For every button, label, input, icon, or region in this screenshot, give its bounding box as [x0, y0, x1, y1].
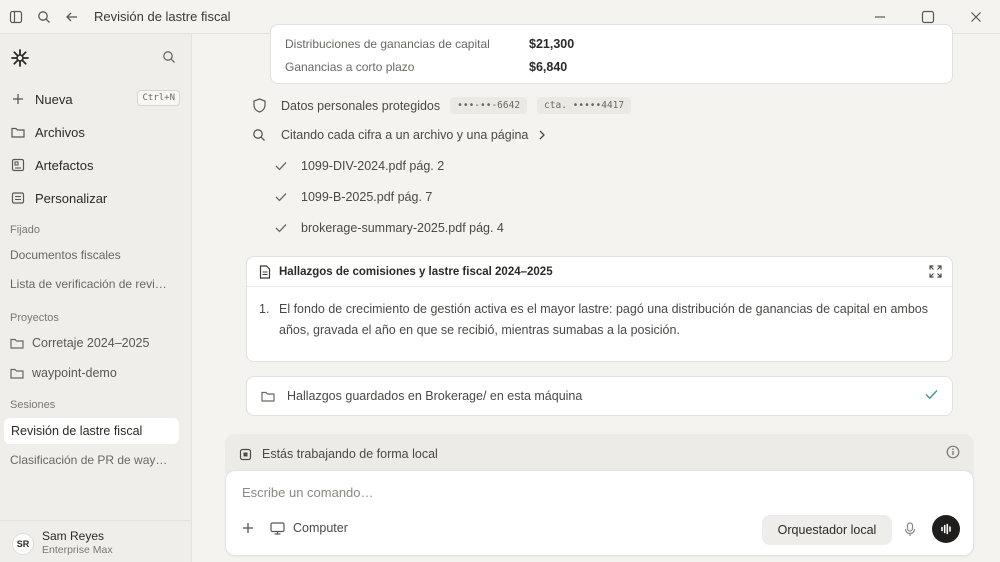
sidebar-item-label: Artefactos: [35, 157, 94, 173]
gain-value: $21,300: [529, 37, 575, 51]
add-attachment-icon[interactable]: [242, 522, 254, 537]
local-machine-icon: [239, 448, 252, 461]
saved-label: Hallazgos guardados en Brokerage/ en est…: [287, 389, 583, 403]
gains-summary-card: Distribuciones de ganancias de capital $…: [270, 24, 953, 84]
check-icon: [275, 223, 287, 233]
sidebar-item-label: Personalizar: [35, 190, 108, 206]
source-item: brokerage-summary-2025.pdf pág. 4: [275, 221, 504, 235]
window-title: Revisión de lastre fiscal: [94, 9, 231, 24]
findings-card[interactable]: Hallazgos de comisiones y lastre fiscal …: [246, 256, 953, 362]
saved-confirmation-card[interactable]: Hallazgos guardados en Brokerage/ en est…: [246, 376, 953, 416]
findings-item: 1. El fondo de crecimiento de gestión ac…: [259, 299, 939, 341]
sessions-heading: Sesiones: [10, 399, 56, 411]
search-icon[interactable]: [30, 3, 58, 31]
main-content: Distribuciones de ganancias de capital $…: [193, 24, 1000, 562]
check-icon: [275, 192, 287, 202]
pinned-item[interactable]: Lista de verificación de revi…: [10, 277, 182, 291]
chevron-right-icon: [538, 130, 546, 140]
pinned-heading: Fijado: [10, 224, 40, 236]
info-icon[interactable]: [946, 445, 960, 462]
session-item-active[interactable]: Revisión de lastre fiscal: [4, 418, 179, 444]
monitor-icon: [270, 521, 285, 535]
close-button[interactable]: [952, 0, 1000, 34]
microphone-icon[interactable]: [904, 522, 916, 540]
project-label: waypoint-demo: [32, 366, 117, 380]
project-item[interactable]: waypoint-demo: [10, 362, 182, 384]
gain-label: Distribuciones de ganancias de capital: [285, 37, 490, 51]
masked-ssn-chip: •••-••-6642: [450, 97, 528, 114]
plus-icon: [10, 91, 26, 107]
gain-label: Ganancias a corto plazo: [285, 60, 415, 74]
content-fade: [247, 341, 952, 361]
user-plan: Enterprise Max: [42, 544, 113, 556]
privacy-label: Datos personales protegidos: [281, 98, 441, 113]
sidebar-search-icon[interactable]: [162, 50, 176, 67]
document-icon: [259, 264, 271, 279]
gain-value: $6,840: [529, 60, 568, 74]
source-label: brokerage-summary-2025.pdf pág. 4: [301, 221, 504, 235]
citing-row[interactable]: Citando cada cifra a un archivo y una pá…: [251, 128, 546, 142]
folder-icon: [10, 367, 24, 379]
customize-icon: [10, 190, 26, 206]
project-item[interactable]: Corretaje 2024–2025: [10, 332, 182, 354]
findings-title: Hallazgos de comisiones y lastre fiscal …: [279, 265, 553, 278]
orchestrator-button[interactable]: Orquestador local: [762, 515, 892, 545]
local-mode-label: Estás trabajando de forma local: [262, 447, 438, 461]
shield-icon: [251, 98, 267, 113]
findings-item-text: El fondo de crecimiento de gestión activ…: [279, 302, 928, 337]
artifact-icon: [10, 157, 26, 173]
sidebar-item-artifacts[interactable]: Artefactos: [10, 152, 180, 178]
sidebar-item-label: Nueva: [35, 91, 73, 107]
project-label: Corretaje 2024–2025: [32, 336, 150, 350]
expand-icon[interactable]: [929, 265, 942, 281]
composer: Computer Orquestador local: [225, 470, 974, 556]
check-icon: [275, 161, 287, 171]
shortcut-badge: Ctrl+N: [137, 90, 180, 106]
sidebar-item-new[interactable]: Nueva Ctrl+N: [10, 86, 180, 112]
folder-icon: [10, 124, 26, 140]
findings-item-number: 1.: [259, 302, 270, 316]
computer-toggle[interactable]: Computer: [270, 521, 348, 535]
source-label: 1099-B-2025.pdf pág. 7: [301, 190, 433, 204]
back-arrow-icon[interactable]: [58, 3, 86, 31]
session-item[interactable]: Clasificación de PR de way…: [10, 453, 182, 467]
sidebar-item-label: Archivos: [35, 124, 85, 140]
folder-icon: [10, 337, 24, 349]
sidebar-item-customize[interactable]: Personalizar: [10, 185, 180, 211]
waveform-icon: [941, 523, 951, 535]
citing-label: Citando cada cifra a un archivo y una pá…: [281, 128, 529, 142]
check-icon: [925, 389, 938, 403]
sidebar-toggle-icon[interactable]: [2, 3, 30, 31]
computer-label: Computer: [293, 521, 348, 535]
source-label: 1099-DIV-2024.pdf pág. 2: [301, 159, 445, 173]
search-icon: [251, 128, 267, 142]
folder-icon: [261, 390, 275, 402]
sidebar: Nueva Ctrl+N Archivos Artefactos Persona…: [0, 34, 192, 562]
app-logo-icon: [10, 48, 30, 68]
user-profile[interactable]: SR Sam Reyes Enterprise Max: [0, 520, 192, 562]
avatar: SR: [12, 533, 34, 555]
projects-heading: Proyectos: [10, 312, 59, 324]
masked-account-chip: cta. •••••4417: [537, 97, 632, 114]
source-item: 1099-DIV-2024.pdf pág. 2: [275, 159, 444, 173]
command-input[interactable]: [242, 485, 842, 500]
local-mode-banner: Estás trabajando de forma local: [225, 434, 974, 474]
source-item: 1099-B-2025.pdf pág. 7: [275, 190, 432, 204]
privacy-row: Datos personales protegidos •••-••-6642 …: [251, 97, 632, 114]
pinned-item[interactable]: Documentos fiscales: [10, 248, 182, 262]
voice-mode-button[interactable]: [932, 515, 960, 543]
user-name: Sam Reyes: [42, 529, 105, 543]
sidebar-item-files[interactable]: Archivos: [10, 119, 180, 145]
